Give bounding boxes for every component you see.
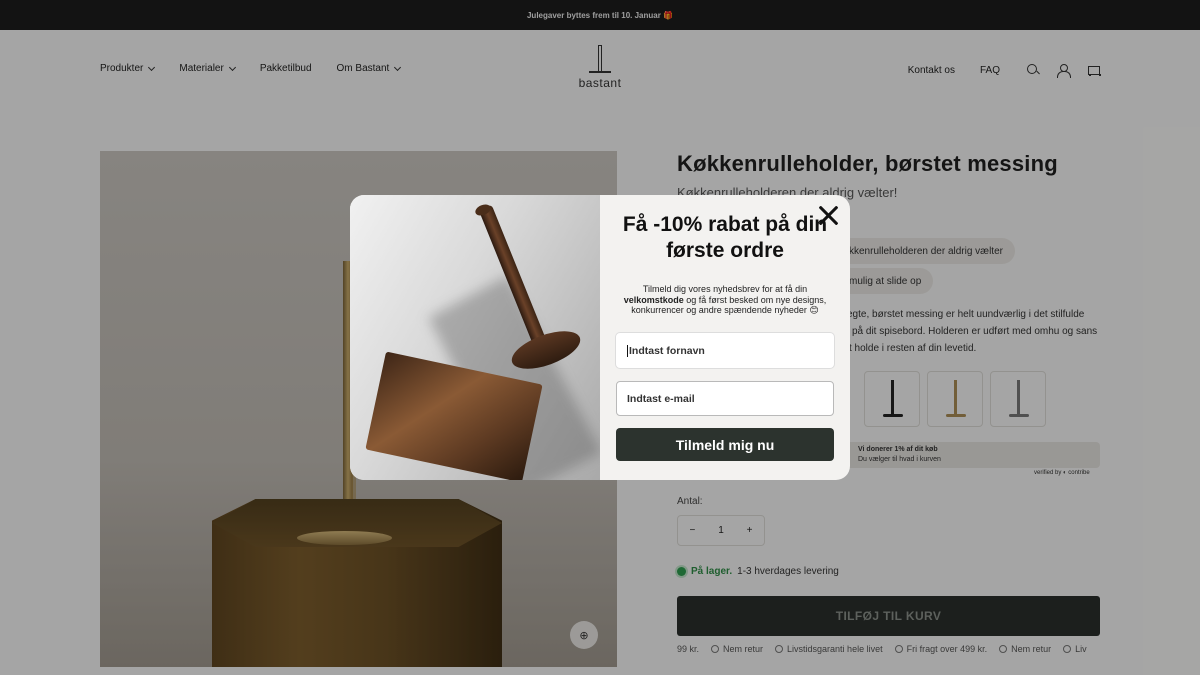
popup-image xyxy=(350,195,600,480)
firstname-placeholder: Indtast fornavn xyxy=(629,344,705,357)
firstname-field[interactable]: Indtast fornavn xyxy=(616,333,834,368)
popup-text: Tilmeld dig vores nyhedsbrev for at få d… xyxy=(612,284,838,316)
popup-text-bold: velkomstkode xyxy=(623,294,684,305)
email-field[interactable]: Indtast e-mail xyxy=(616,381,834,416)
popup-text-part: Tilmeld dig vores nyhedsbrev for at få d… xyxy=(642,284,808,294)
subscribe-button[interactable]: Tilmeld mig nu xyxy=(616,428,834,461)
subscribe-label: Tilmeld mig nu xyxy=(675,436,775,453)
email-placeholder: Indtast e-mail xyxy=(627,392,695,405)
popup-title: Få -10% rabat på din første ordre xyxy=(622,213,828,262)
